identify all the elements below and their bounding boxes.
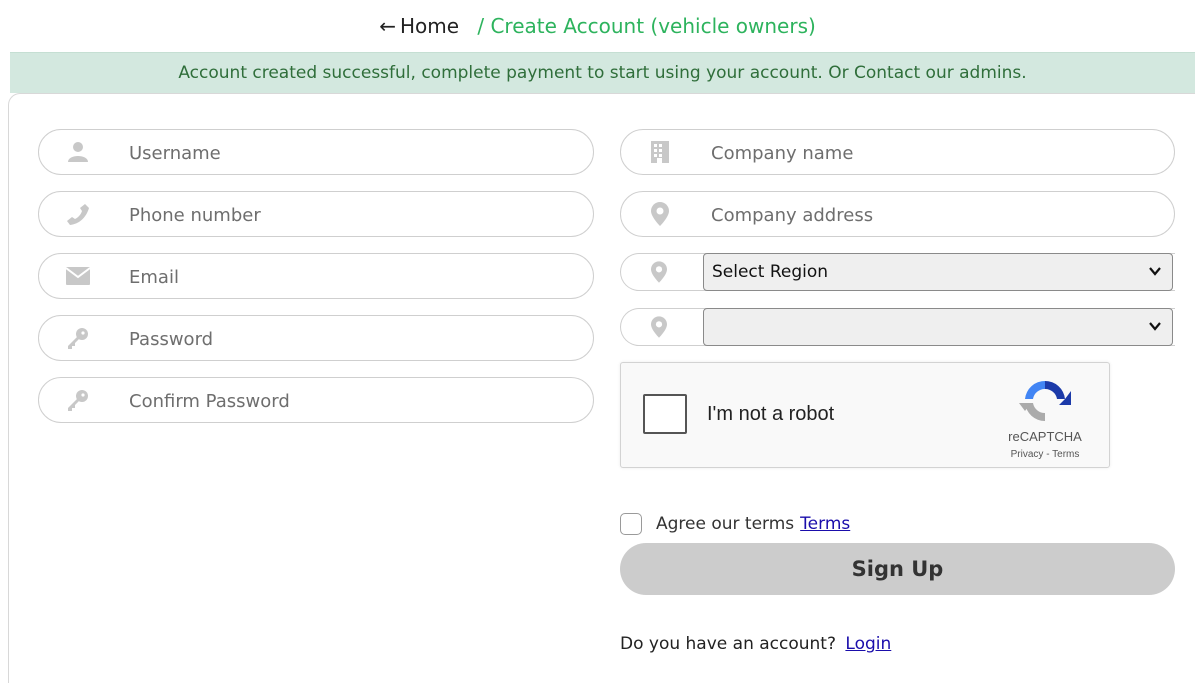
back-arrow-icon: ← [379, 14, 396, 38]
company-name-field[interactable] [620, 129, 1175, 175]
confirm-password-field[interactable] [38, 377, 594, 423]
terms-link[interactable]: Terms [800, 514, 850, 534]
district-select-control[interactable] [704, 309, 1172, 345]
district-select-row [620, 308, 1175, 346]
recaptcha-logo-icon [1017, 377, 1073, 425]
breadcrumb: ← Home / Create Account (vehicle owners) [0, 12, 1195, 40]
recaptcha-checkbox[interactable] [643, 394, 687, 434]
password-input[interactable] [129, 324, 509, 354]
map-marker-icon [647, 315, 671, 339]
recaptcha-links[interactable]: Privacy - Terms [981, 449, 1109, 460]
map-marker-icon [647, 260, 671, 284]
building-icon [647, 139, 673, 165]
confirm-password-input[interactable] [129, 386, 509, 416]
recaptcha-brand: reCAPTCHA [1008, 429, 1082, 444]
page-title: / Create Account (vehicle owners) [477, 14, 816, 38]
phone-field[interactable] [38, 191, 594, 237]
username-input[interactable] [129, 138, 509, 168]
login-prompt-text: Do you have an account? [620, 634, 836, 654]
phone-icon [65, 201, 91, 227]
phone-input[interactable] [129, 200, 509, 230]
recaptcha-label: I'm not a robot [707, 403, 835, 425]
company-address-input[interactable] [711, 200, 1091, 230]
company-name-input[interactable] [711, 138, 1091, 168]
password-field[interactable] [38, 315, 594, 361]
success-banner: Account created successful, complete pay… [10, 52, 1195, 93]
banner-message: Account created successful, complete pay… [178, 63, 1027, 83]
username-field[interactable] [38, 129, 594, 175]
key-icon [65, 387, 91, 413]
map-marker-icon [647, 201, 673, 227]
home-link-label: Home [399, 14, 460, 38]
agree-terms-text: Agree our terms [656, 514, 795, 534]
company-address-field[interactable] [620, 191, 1175, 237]
login-prompt: Do you have an account? Login [620, 634, 891, 654]
region-select[interactable]: Select Region [703, 253, 1173, 291]
envelope-icon [65, 263, 91, 289]
home-link[interactable]: ← Home [379, 14, 465, 38]
email-input[interactable] [129, 262, 509, 292]
region-select-row: Select Region [620, 253, 1175, 291]
login-link[interactable]: Login [845, 634, 891, 654]
agree-terms-checkbox[interactable] [620, 513, 642, 535]
agree-terms-row: Agree our terms Terms [620, 512, 850, 536]
key-icon [65, 325, 91, 351]
district-select[interactable] [703, 308, 1173, 346]
email-field[interactable] [38, 253, 594, 299]
region-select-control[interactable]: Select Region [704, 254, 1172, 290]
recaptcha-widget: I'm not a robot reCAPTCHA Privacy - Term… [620, 362, 1110, 468]
sign-up-button[interactable]: Sign Up [620, 543, 1175, 595]
user-icon [65, 139, 91, 165]
